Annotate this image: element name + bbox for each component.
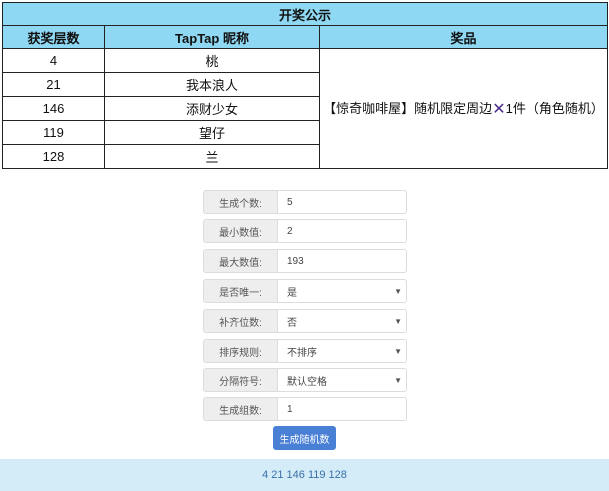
count-input[interactable]: 5	[277, 190, 407, 214]
unique-select[interactable]: 是 ▼	[277, 279, 407, 303]
sort-row: 排序规则: 不排序 ▼	[203, 339, 407, 363]
separator-select[interactable]: 默认空格 ▼	[277, 368, 407, 392]
nickname-cell: 望仔	[104, 120, 320, 145]
max-value: 193	[287, 255, 304, 267]
sort-value: 不排序	[287, 347, 317, 359]
chevron-down-icon: ▼	[394, 376, 402, 385]
prize-prefix: 【惊奇咖啡屋】随机限定周边	[323, 101, 493, 116]
table-title-row: 开奖公示	[2, 2, 608, 26]
max-input[interactable]: 193	[277, 249, 407, 273]
min-input[interactable]: 2	[277, 219, 407, 243]
nickname-cell: 我本浪人	[104, 72, 320, 97]
unique-value: 是	[287, 287, 297, 299]
table-title: 开奖公示	[2, 2, 608, 26]
count-label: 生成个数:	[203, 190, 277, 214]
min-label: 最小数值:	[203, 219, 277, 243]
x-mark-icon: ✕	[492, 101, 506, 118]
count-row: 生成个数: 5	[203, 190, 407, 214]
separator-label: 分隔符号:	[203, 368, 277, 392]
prize-suffix: 1件（角色随机）	[505, 101, 604, 116]
floor-cell: 128	[2, 144, 105, 169]
column-header-nickname: TapTap 昵称	[104, 25, 320, 49]
nickname-cell: 桃	[104, 48, 320, 73]
separator-row: 分隔符号: 默认空格 ▼	[203, 368, 407, 392]
table-header-row: 获奖层数 TapTap 昵称 奖品	[2, 25, 608, 49]
result-text: 4 21 146 119 128	[262, 469, 347, 481]
floor-cell: 4	[2, 48, 105, 73]
prize-cell: 【惊奇咖啡屋】随机限定周边✕1件（角色随机）	[319, 48, 608, 169]
floor-cell: 119	[2, 120, 105, 145]
generate-button[interactable]: 生成随机数	[273, 426, 336, 450]
max-row: 最大数值: 193	[203, 249, 407, 273]
unique-row: 是否唯一: 是 ▼	[203, 279, 407, 303]
min-row: 最小数值: 2	[203, 219, 407, 243]
pad-row: 补齐位数: 否 ▼	[203, 309, 407, 333]
min-value: 2	[287, 225, 293, 237]
lottery-results-table: 开奖公示 获奖层数 TapTap 昵称 奖品 4 桃 【惊奇咖啡屋】随机限定周边…	[2, 2, 608, 169]
unique-label: 是否唯一:	[203, 279, 277, 303]
table-row: 4 桃 【惊奇咖啡屋】随机限定周边✕1件（角色随机）	[2, 48, 608, 169]
nickname-cell: 添财少女	[104, 96, 320, 121]
column-header-floor: 获奖层数	[2, 25, 105, 49]
random-number-form: 生成个数: 5 最小数值: 2 最大数值: 193 是否唯一: 是 ▼ 补齐位数:…	[0, 172, 609, 457]
max-label: 最大数值:	[203, 249, 277, 273]
separator-value: 默认空格	[287, 376, 327, 388]
floor-cell: 21	[2, 72, 105, 97]
chevron-down-icon: ▼	[394, 287, 402, 296]
count-value: 5	[287, 196, 293, 208]
groups-input[interactable]: 1	[277, 397, 407, 421]
nickname-cell: 兰	[104, 144, 320, 169]
sort-select[interactable]: 不排序 ▼	[277, 339, 407, 363]
result-bar: 4 21 146 119 128	[0, 459, 609, 491]
pad-value: 否	[287, 317, 297, 329]
chevron-down-icon: ▼	[394, 347, 402, 356]
pad-select[interactable]: 否 ▼	[277, 309, 407, 333]
floor-cell: 146	[2, 96, 105, 121]
chevron-down-icon: ▼	[394, 317, 402, 326]
groups-value: 1	[287, 403, 293, 415]
groups-label: 生成组数:	[203, 397, 277, 421]
sort-label: 排序规则:	[203, 339, 277, 363]
pad-label: 补齐位数:	[203, 309, 277, 333]
groups-row: 生成组数: 1	[203, 397, 407, 421]
column-header-prize: 奖品	[319, 25, 608, 49]
